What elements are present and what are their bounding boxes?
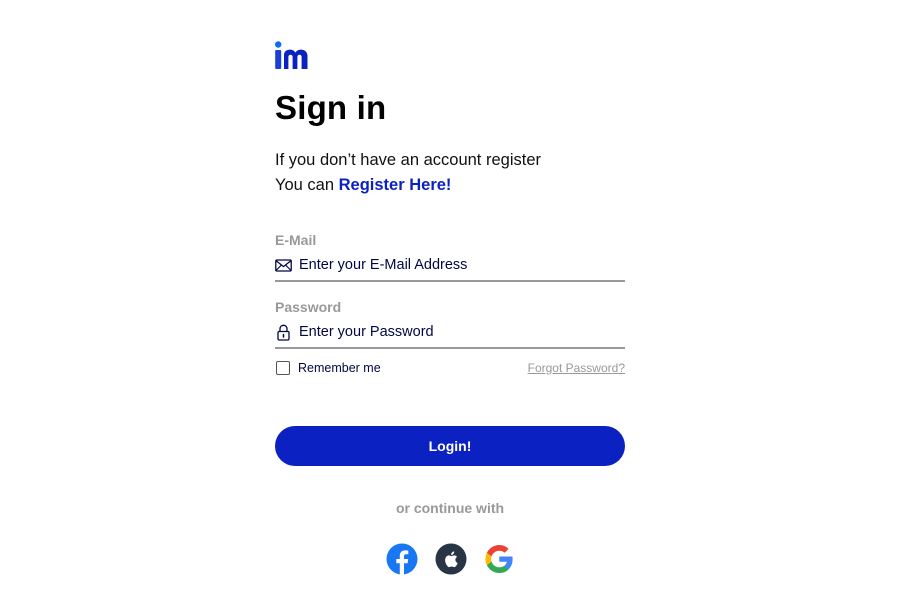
register-link[interactable]: Register Here! — [339, 176, 452, 194]
intro-text: If you don’t have an account register Yo… — [275, 148, 541, 198]
brand-logo — [275, 41, 308, 69]
password-input[interactable] — [299, 321, 619, 343]
intro-line-2: You can Register Here! — [275, 173, 541, 198]
email-field-wrapper — [275, 254, 625, 282]
google-icon[interactable] — [483, 543, 515, 575]
email-input[interactable] — [299, 254, 619, 276]
page-title: Sign in — [275, 89, 387, 126]
social-login-group — [385, 543, 515, 577]
continue-with-text: or continue with — [395, 500, 505, 516]
remember-checkbox[interactable] — [276, 361, 290, 375]
lock-icon — [277, 324, 290, 341]
login-button[interactable]: Login! — [275, 426, 625, 466]
facebook-icon[interactable] — [386, 543, 418, 575]
intro-prefix: You can — [275, 176, 339, 194]
email-label: E-Mail — [275, 232, 317, 248]
remember-me[interactable]: Remember me — [275, 360, 381, 376]
apple-icon[interactable] — [435, 543, 467, 575]
remember-label: Remember me — [298, 361, 381, 375]
envelope-icon — [275, 259, 292, 272]
password-field-wrapper — [275, 321, 625, 349]
intro-line-1: If you don’t have an account register — [275, 151, 541, 169]
password-label: Password — [275, 299, 342, 315]
forgot-password-link[interactable]: Forgot Password? — [528, 361, 625, 375]
